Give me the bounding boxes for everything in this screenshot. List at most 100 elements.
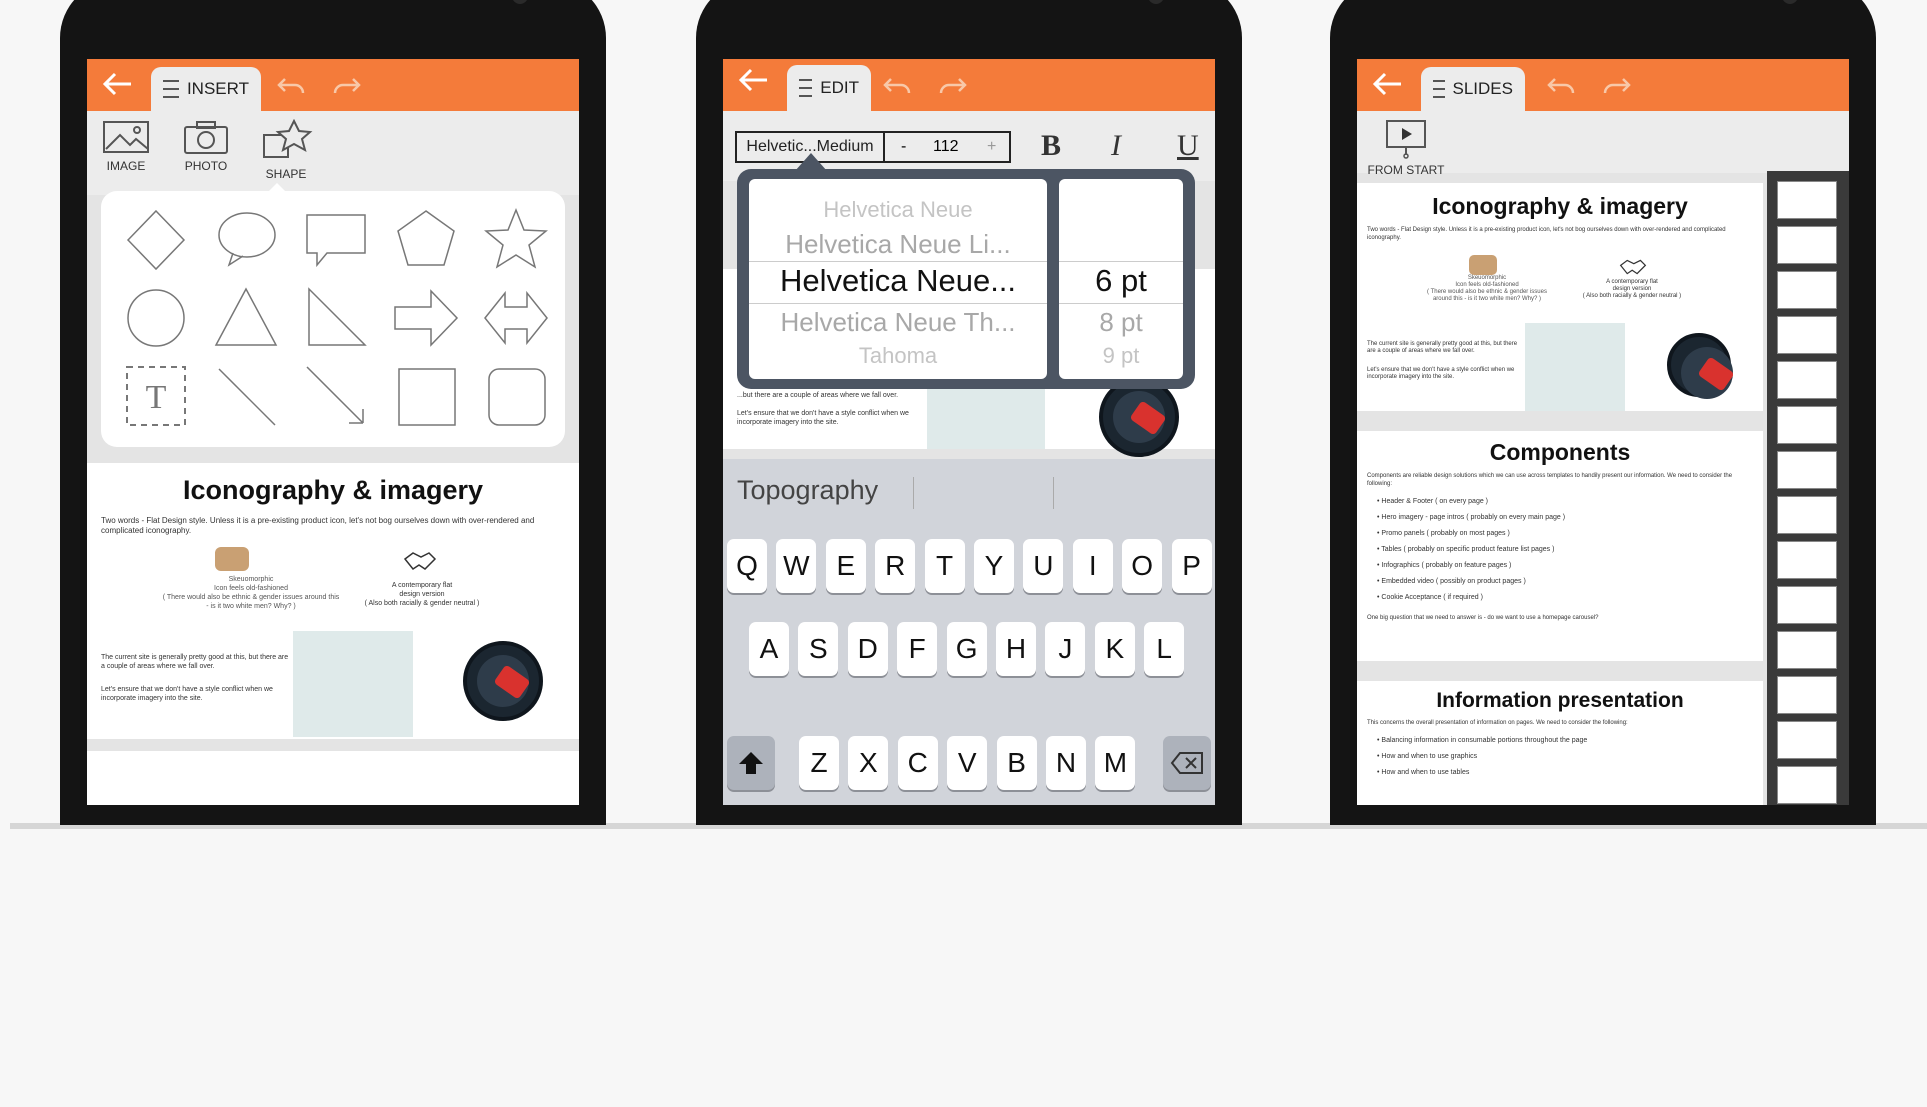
list-item: Header & Footer ( on every page ) [1377, 494, 1763, 510]
key-b[interactable]: B [996, 736, 1037, 790]
shape-pentagon[interactable] [381, 201, 471, 279]
slide-thumbnail[interactable] [1777, 631, 1837, 669]
slide-thumbnail[interactable] [1777, 226, 1837, 264]
font-option-selected[interactable]: Helvetica Neue... [749, 263, 1047, 299]
redo-icon[interactable] [333, 73, 361, 97]
slide-note-1: The current site is generally pretty goo… [1367, 341, 1518, 354]
font-option[interactable]: Helvetica Neue Th... [749, 307, 1047, 338]
slide-thumbnail[interactable] [1777, 316, 1837, 354]
slide-thumbnail[interactable] [1777, 496, 1837, 534]
key-v[interactable]: V [947, 736, 988, 790]
shape-circle[interactable] [111, 279, 201, 357]
key-u[interactable]: U [1023, 539, 1064, 593]
slide-thumbnail[interactable] [1777, 676, 1837, 714]
slide-card-1[interactable]: Iconography & imagery Two words - Flat D… [1357, 183, 1763, 411]
tab-edit[interactable]: EDIT [787, 65, 871, 111]
shape-callout[interactable] [291, 201, 381, 279]
font-option[interactable]: Helvetica Neue Li... [749, 229, 1047, 260]
key-w[interactable]: W [776, 539, 817, 593]
camera-icon [512, 0, 528, 4]
redo-icon[interactable] [939, 73, 967, 97]
shape-text-box[interactable]: T [111, 357, 201, 435]
size-option[interactable]: 8 pt [1059, 307, 1183, 338]
undo-icon[interactable] [883, 73, 911, 97]
size-decrease-button[interactable]: - [901, 138, 906, 156]
bold-button[interactable]: B [1041, 129, 1061, 163]
undo-icon[interactable] [277, 73, 305, 97]
key-d[interactable]: D [847, 622, 888, 676]
image-tool-button[interactable]: IMAGE [91, 119, 161, 173]
slide-card[interactable]: Iconography & imagery Two words - Flat D… [87, 463, 579, 739]
font-wheel[interactable]: Helvetica Neue Helvetica Neue Li... Helv… [749, 179, 1047, 379]
key-j[interactable]: J [1045, 622, 1086, 676]
shape-rounded-square[interactable] [471, 357, 561, 435]
key-l[interactable]: L [1144, 622, 1185, 676]
italic-button[interactable]: I [1111, 129, 1121, 163]
shape-line[interactable] [201, 357, 291, 435]
redo-icon[interactable] [1603, 73, 1631, 97]
shift-key[interactable] [727, 736, 775, 790]
slide-thumbnail[interactable] [1777, 406, 1837, 444]
slide-card-3[interactable]: Information presentation This concerns t… [1357, 681, 1763, 805]
slide-thumbnail[interactable] [1777, 586, 1837, 624]
shape-triangle[interactable] [201, 279, 291, 357]
undo-icon[interactable] [1547, 73, 1575, 97]
slide-thumbnail[interactable] [1777, 181, 1837, 219]
back-arrow-icon[interactable] [737, 63, 771, 97]
next-slide-card[interactable] [87, 751, 579, 805]
slide-thumbnail[interactable] [1777, 541, 1837, 579]
photo-tool-button[interactable]: PHOTO [171, 119, 241, 173]
shape-tool-button[interactable]: SHAPE [251, 119, 321, 181]
from-start-button[interactable]: FROM START [1361, 119, 1451, 177]
key-s[interactable]: S [798, 622, 839, 676]
slide-thumbnail[interactable] [1777, 766, 1837, 804]
back-arrow-icon[interactable] [101, 67, 135, 101]
slide-thumbnail[interactable] [1777, 721, 1837, 759]
font-option[interactable]: Helvetica Neue [749, 197, 1047, 223]
skeuomorphic-caption: Skeuomorphic Icon feels old-fashioned ( … [162, 576, 340, 610]
key-y[interactable]: Y [974, 539, 1014, 593]
key-z[interactable]: Z [799, 736, 839, 790]
tab-insert[interactable]: INSERT [151, 67, 261, 111]
suggestion-word[interactable]: Topography [737, 475, 878, 506]
shape-arrow-right[interactable] [381, 279, 471, 357]
tab-slides[interactable]: SLIDES [1421, 67, 1525, 111]
key-t[interactable]: T [924, 539, 965, 593]
delete-key[interactable] [1163, 736, 1211, 790]
font-option[interactable]: Tahoma [749, 343, 1047, 369]
underline-button[interactable]: U [1177, 129, 1199, 163]
size-wheel[interactable]: 6 pt 8 pt 9 pt [1059, 179, 1183, 379]
key-i[interactable]: I [1072, 539, 1113, 593]
shape-double-arrow[interactable] [471, 279, 561, 357]
shape-line-arrow[interactable] [291, 357, 381, 435]
size-option[interactable]: 9 pt [1059, 343, 1183, 369]
key-o[interactable]: O [1122, 539, 1163, 593]
key-f[interactable]: F [897, 622, 938, 676]
key-k[interactable]: K [1094, 622, 1135, 676]
key-n[interactable]: N [1046, 736, 1086, 790]
slide-thumbnail[interactable] [1777, 271, 1837, 309]
key-h[interactable]: H [996, 622, 1036, 676]
shape-speech-bubble[interactable] [201, 201, 291, 279]
key-m[interactable]: M [1095, 736, 1136, 790]
back-arrow-icon[interactable] [1371, 67, 1405, 101]
shift-arrow-icon [739, 752, 763, 774]
key-q[interactable]: Q [727, 539, 767, 593]
shape-square[interactable] [381, 357, 471, 435]
slide-intro: Two words - Flat Design style. Unless it… [1367, 227, 1726, 241]
slide-thumbnail[interactable] [1777, 451, 1837, 489]
key-e[interactable]: E [825, 539, 866, 593]
slide-thumbnail[interactable] [1777, 361, 1837, 399]
key-g[interactable]: G [946, 622, 987, 676]
key-a[interactable]: A [749, 622, 789, 676]
key-c[interactable]: C [897, 736, 938, 790]
shape-right-triangle[interactable] [291, 279, 381, 357]
size-increase-button[interactable]: + [987, 138, 996, 156]
key-x[interactable]: X [848, 736, 889, 790]
slide-card-2[interactable]: Components Components are reliable desig… [1357, 431, 1763, 661]
shape-diamond[interactable] [111, 201, 201, 279]
key-r[interactable]: R [875, 539, 916, 593]
size-option-selected[interactable]: 6 pt [1059, 263, 1183, 299]
key-p[interactable]: P [1171, 539, 1212, 593]
shape-star[interactable] [471, 201, 561, 279]
